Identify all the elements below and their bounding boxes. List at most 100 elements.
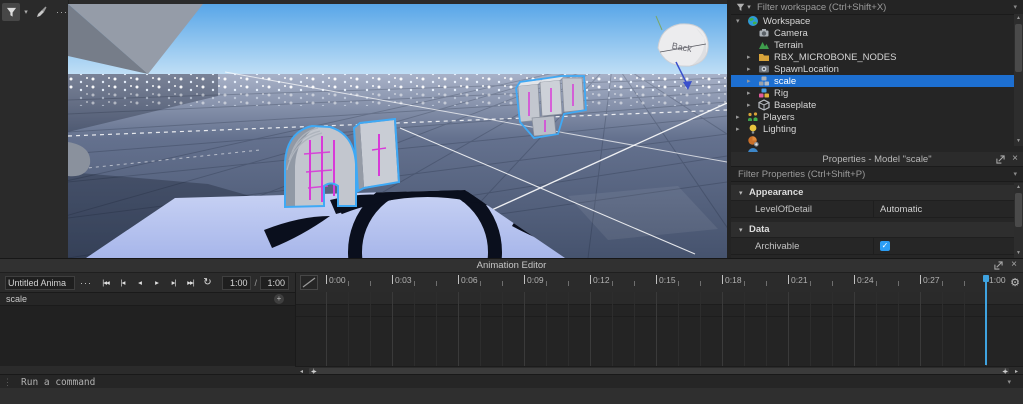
filter-dropdown-caret[interactable]: ▾ <box>22 8 30 16</box>
explorer-item-label: Workspace <box>763 15 811 27</box>
expand-arrow-icon[interactable]: ▸ <box>747 89 758 97</box>
curve-editor-toggle[interactable] <box>300 275 318 290</box>
popout-icon[interactable] <box>996 154 1005 164</box>
explorer-panel: ▾ Filter workspace (Ctrl+Shift+X) ▾ ▾ Wo… <box>731 0 1023 152</box>
section-data[interactable]: ▾ Data <box>731 222 1023 238</box>
explorer-item-scale[interactable]: ▸ scale <box>731 75 1023 87</box>
scroll-thumb[interactable] <box>1015 193 1022 227</box>
brush-tool-button[interactable] <box>32 3 50 21</box>
expand-arrow-icon[interactable]: ▸ <box>747 65 758 73</box>
command-input-placeholder: Run a command <box>21 376 96 388</box>
skip-to-end-button[interactable]: ▸▸| <box>182 278 199 287</box>
property-row-archivable: Archivable ✓ <box>731 238 1023 255</box>
total-time-field[interactable]: 1:00 <box>260 275 289 290</box>
chevron-down-icon[interactable]: ▾ <box>1013 3 1017 11</box>
timeline-grid[interactable] <box>296 292 1023 366</box>
command-bar[interactable]: ⋮ Run a command ▾ <box>0 374 1023 389</box>
animation-menu-button[interactable]: ··· <box>80 278 92 288</box>
dock-toolbar: ▾ ··· <box>2 3 68 21</box>
explorer-item-terrain[interactable]: Terrain <box>731 39 1023 51</box>
properties-panel: Properties - Model "scale" × Filter Prop… <box>731 152 1023 258</box>
property-row-levelofdetail: LevelOfDetail Automatic <box>731 201 1023 218</box>
properties-filter-bar[interactable]: Filter Properties (Ctrl+Shift+P) ▾ <box>731 167 1023 182</box>
animation-name-field[interactable]: Untitled Anima <box>5 275 75 290</box>
folder-icon <box>759 54 769 61</box>
explorer-item-label: Baseplate <box>774 99 817 111</box>
properties-title-bar: Properties - Model "scale" × <box>731 152 1023 167</box>
timeline-ruler[interactable]: 0:00 0:03 0:06 0:09 0:12 0:15 0:18 0:21 0:24 0:27… <box>296 273 1023 293</box>
skip-to-start-button[interactable]: |◂◂ <box>97 278 114 287</box>
drag-handle-icon[interactable]: ⋮ <box>3 377 12 388</box>
spawn-icon <box>759 65 769 73</box>
loop-toggle-button[interactable]: ↻ <box>199 277 216 288</box>
animation-editor-panel: Animation Editor × Untitled Anima ··· |◂… <box>0 258 1023 376</box>
explorer-item-rig[interactable]: ▸ Rig <box>731 87 1023 99</box>
explorer-item-players[interactable]: ▸ Players <box>731 111 1023 123</box>
lightbulb-icon <box>749 124 757 134</box>
section-label: Data <box>749 224 770 235</box>
animation-controls-bar: Untitled Anima ··· |◂◂ |◂ ◂ ▸ ▸| ▸▸| ↻ 1… <box>0 273 295 293</box>
collapse-arrow-icon[interactable]: ▾ <box>739 189 749 197</box>
play-button[interactable]: ▸ <box>148 278 165 287</box>
curve-icon <box>302 277 316 288</box>
expand-arrow-icon[interactable]: ▸ <box>747 77 758 85</box>
collapse-arrow-icon[interactable]: ▾ <box>739 226 749 234</box>
scroll-thumb[interactable] <box>1015 24 1022 72</box>
archivable-checkbox[interactable]: ✓ <box>880 241 890 251</box>
explorer-item-label: Terrain <box>774 39 804 51</box>
expand-arrow-icon[interactable]: ▸ <box>747 101 758 109</box>
close-icon[interactable]: × <box>1012 154 1018 164</box>
explorer-item-materialservice[interactable] <box>731 135 1023 147</box>
expand-arrow-icon[interactable]: ▸ <box>736 125 747 133</box>
rig-model-icon <box>759 88 769 98</box>
explorer-item-workspace[interactable]: ▾ Workspace <box>731 15 1023 27</box>
track-label: scale <box>6 294 28 304</box>
mesh-part-slab <box>352 117 401 193</box>
property-label: LevelOfDetail <box>755 203 813 215</box>
track-row-scale[interactable]: scale + <box>0 293 295 306</box>
filter-tool-button[interactable] <box>2 3 20 21</box>
expand-arrow-icon[interactable]: ▸ <box>747 53 758 61</box>
current-time-field[interactable]: 1:00 <box>222 275 252 290</box>
property-value-dropdown[interactable]: Automatic <box>873 201 1023 217</box>
terrain-icon <box>759 42 769 49</box>
scroll-up-icon[interactable]: ▲ <box>1014 14 1023 23</box>
scroll-down-icon[interactable]: ▼ <box>1014 249 1023 258</box>
play-reverse-button[interactable]: ◂ <box>131 278 148 287</box>
chevron-down-icon[interactable]: ▾ <box>1013 170 1017 178</box>
timeline-settings-gear-icon[interactable]: ⚙ <box>1010 276 1020 289</box>
dock-overflow-button[interactable]: ··· <box>56 7 68 17</box>
players-icon <box>748 112 758 121</box>
animation-editor-title-bar: Animation Editor × <box>0 259 1023 273</box>
explorer-item-spawnlocation[interactable]: ▸ SpawnLocation <box>731 63 1023 75</box>
explorer-item-camera[interactable]: Camera <box>731 27 1023 39</box>
explorer-scrollbar[interactable]: ▲ ▼ <box>1014 14 1023 146</box>
properties-scrollbar[interactable]: ▲ ▼ <box>1014 183 1023 258</box>
explorer-filter-bar[interactable]: ▾ Filter workspace (Ctrl+Shift+X) ▾ <box>731 0 1023 15</box>
timeline-area[interactable]: 0:00 0:03 0:06 0:09 0:12 0:15 0:18 0:21 0:24 0:27… <box>296 273 1023 366</box>
expand-arrow-icon[interactable]: ▸ <box>736 113 747 121</box>
viewport-3d[interactable]: Back <box>68 4 727 258</box>
lane-divider <box>296 304 1023 305</box>
close-icon[interactable]: × <box>1011 260 1017 270</box>
explorer-item-baseplate[interactable]: ▸ Baseplate <box>731 99 1023 111</box>
add-track-button[interactable]: + <box>274 294 284 304</box>
chevron-down-icon[interactable]: ▾ <box>1007 378 1011 386</box>
scroll-up-icon[interactable]: ▲ <box>1014 183 1023 192</box>
bone-node-dots <box>68 74 727 92</box>
explorer-item-label: Rig <box>774 87 789 99</box>
camera-icon <box>759 29 769 37</box>
section-appearance[interactable]: ▾ Appearance <box>731 185 1023 201</box>
filter-caret-icon[interactable]: ▾ <box>745 3 753 11</box>
scroll-down-icon[interactable]: ▼ <box>1014 137 1023 146</box>
next-keyframe-button[interactable]: ▸| <box>165 278 182 287</box>
expand-arrow-icon[interactable]: ▾ <box>736 17 747 25</box>
explorer-filter-placeholder: Filter workspace (Ctrl+Shift+X) <box>757 1 887 13</box>
playhead-line[interactable] <box>985 276 987 365</box>
previous-keyframe-button[interactable]: |◂ <box>114 278 131 287</box>
explorer-item-lighting[interactable]: ▸ Lighting <box>731 123 1023 135</box>
explorer-item-rbx-microbone-nodes[interactable]: ▸ RBX_MICROBONE_NODES <box>731 51 1023 63</box>
popout-icon[interactable] <box>994 260 1003 270</box>
mesh-part-arch <box>284 124 357 209</box>
model-icon <box>759 76 769 86</box>
